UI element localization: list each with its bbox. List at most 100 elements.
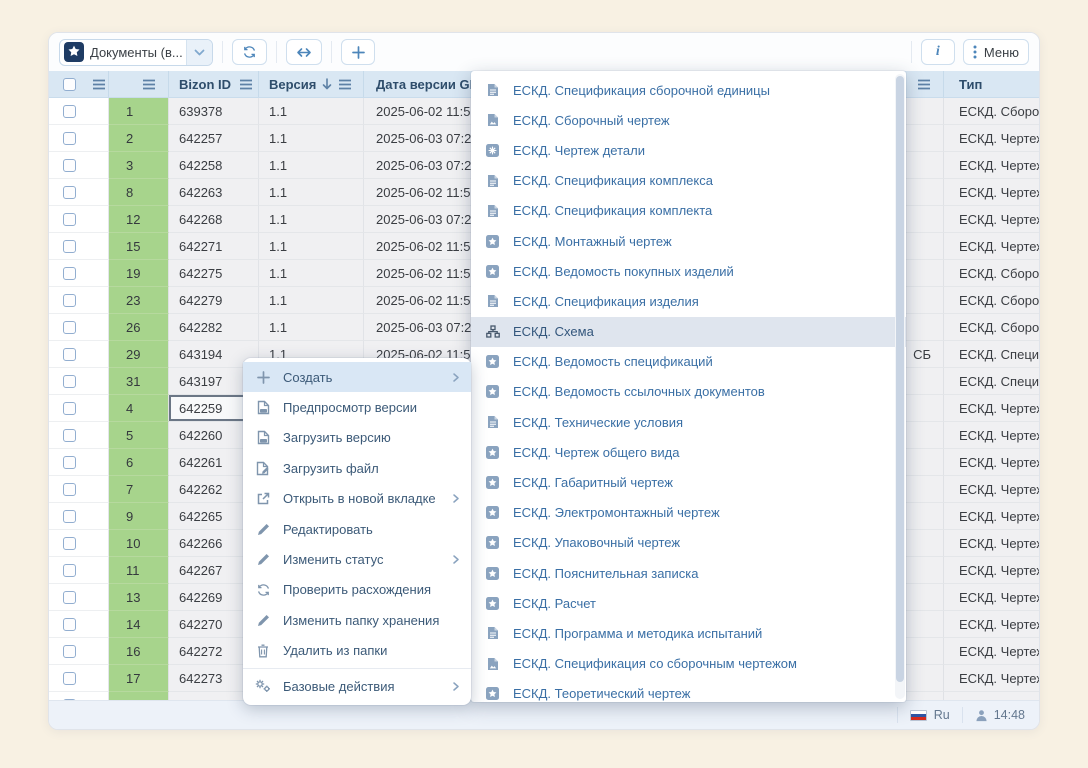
trash-icon [255, 644, 271, 658]
language-switcher[interactable]: Ru [910, 708, 950, 722]
cell-row-number: 23 [109, 287, 169, 314]
row-checkbox[interactable] [63, 618, 76, 631]
submenu-item[interactable]: ЕСКД. Ведомость ссылочных документов [471, 377, 906, 407]
row-checkbox[interactable] [63, 267, 76, 280]
context-menu-item[interactable]: Редактировать [243, 514, 471, 544]
star-box-icon [485, 506, 500, 519]
add-button[interactable] [341, 39, 375, 65]
app-window: Документы (в... i Меню [48, 32, 1040, 730]
submenu-item[interactable]: ЕСКД. Упаковочный чертеж [471, 528, 906, 558]
session-time[interactable]: 14:48 [975, 708, 1025, 722]
submenu-item[interactable]: ЕСКД. Спецификация комплекта [471, 196, 906, 226]
cell-bizon-id: 642263 [169, 179, 259, 206]
cell-row-number: 12 [109, 206, 169, 233]
submenu-item[interactable]: ЕСКД. Сборочный чертеж [471, 105, 906, 135]
submenu-scrollbar-thumb[interactable] [896, 76, 904, 682]
submenu-item[interactable]: ЕСКД. Расчет [471, 588, 906, 618]
submenu-item[interactable]: ЕСКД. Технические условия [471, 407, 906, 437]
context-menu-item[interactable]: Изменить папку хранения [243, 605, 471, 635]
row-checkbox[interactable] [63, 348, 76, 361]
submenu-item[interactable]: ЕСКД. Монтажный чертеж [471, 226, 906, 256]
row-checkbox[interactable] [63, 159, 76, 172]
row-checkbox[interactable] [63, 132, 76, 145]
cell-bizon-id: 642271 [169, 233, 259, 260]
header-version[interactable]: Версия [259, 71, 364, 97]
submenu-item[interactable]: ЕСКД. Чертеж общего вида [471, 437, 906, 467]
cell-row-number: 29 [109, 341, 169, 368]
person-icon [975, 709, 988, 722]
context-menu-item[interactable]: Предпросмотр версии [243, 392, 471, 422]
context-menu-item-label: Изменить статус [283, 552, 383, 567]
submenu-item[interactable]: ЕСКД. Программа и методика испытаний [471, 618, 906, 648]
submenu-item[interactable]: ЕСКД. Спецификация со сборочным чертежом [471, 649, 906, 679]
submenu-item-label: ЕСКД. Электромонтажный чертеж [513, 505, 720, 520]
row-checkbox[interactable] [63, 591, 76, 604]
context-menu-item[interactable]: Базовые действия [243, 671, 471, 701]
hamburger-icon[interactable] [92, 79, 106, 90]
collection-select[interactable]: Документы (в... [59, 39, 213, 66]
pencil-icon [255, 523, 271, 536]
submenu-item[interactable]: ЕСКД. Спецификация изделия [471, 286, 906, 316]
chevron-right-icon [453, 552, 459, 567]
context-menu-item[interactable]: Создать [243, 362, 471, 392]
row-checkbox[interactable] [63, 402, 76, 415]
submenu-item[interactable]: ЕСКД. Чертеж детали [471, 135, 906, 165]
row-checkbox[interactable] [63, 186, 76, 199]
submenu-item[interactable]: ЕСКД. Электромонтажный чертеж [471, 498, 906, 528]
chevron-down-icon[interactable] [186, 40, 212, 65]
cell-checkbox [49, 611, 109, 638]
cell-type: ЕСКД. Специф [944, 341, 1039, 368]
row-checkbox[interactable] [63, 429, 76, 442]
context-menu-item-label: Открыть в новой вкладке [283, 491, 436, 506]
star-box-icon [485, 687, 500, 700]
row-checkbox[interactable] [63, 510, 76, 523]
row-checkbox[interactable] [63, 564, 76, 577]
row-checkbox[interactable] [63, 645, 76, 658]
row-checkbox[interactable] [63, 672, 76, 685]
header-bizon-id[interactable]: Bizon ID [169, 71, 259, 97]
context-menu-item[interactable]: Открыть в новой вкладке [243, 484, 471, 514]
row-checkbox[interactable] [63, 456, 76, 469]
row-checkbox[interactable] [63, 294, 76, 307]
row-checkbox[interactable] [63, 375, 76, 388]
context-menu-item[interactable]: Проверить расхождения [243, 575, 471, 605]
context-menu-item[interactable]: Загрузить версию [243, 423, 471, 453]
submenu-item[interactable]: ЕСКД. Ведомость покупных изделий [471, 256, 906, 286]
cell-type: ЕСКД. Сбороч [944, 260, 1039, 287]
row-checkbox[interactable] [63, 483, 76, 496]
submenu-scrollbar[interactable] [895, 74, 905, 699]
hamburger-icon[interactable] [338, 79, 352, 90]
submenu-item[interactable]: ЕСКД. Спецификация комплекса [471, 166, 906, 196]
submenu-item[interactable]: ЕСКД. Схема [471, 317, 906, 347]
row-checkbox[interactable] [63, 321, 76, 334]
row-checkbox[interactable] [63, 105, 76, 118]
refresh-button[interactable] [232, 39, 267, 65]
hamburger-icon[interactable] [917, 79, 931, 90]
resize-columns-button[interactable] [286, 39, 322, 65]
context-menu-item[interactable]: Удалить из папки [243, 636, 471, 666]
row-checkbox[interactable] [63, 213, 76, 226]
submenu-item-label: ЕСКД. Спецификация комплекса [513, 173, 713, 188]
hamburger-icon[interactable] [239, 79, 253, 90]
sort-down-icon[interactable] [322, 78, 332, 90]
cell-checkbox [49, 206, 109, 233]
context-menu-item[interactable]: Загрузить файл [243, 453, 471, 483]
header-type[interactable]: Тип [944, 71, 1039, 97]
cell-type: ЕСКД. Специф [944, 368, 1039, 395]
cell-row-number: 3 [109, 152, 169, 179]
submenu-item[interactable]: ЕСКД. Габаритный чертеж [471, 467, 906, 497]
doc-icon [485, 626, 500, 640]
submenu-item[interactable]: ЕСКД. Ведомость спецификаций [471, 347, 906, 377]
context-menu-item[interactable]: Изменить статус [243, 544, 471, 574]
submenu-item[interactable]: ЕСКД. Теоретический чертеж [471, 679, 906, 702]
hamburger-icon[interactable] [142, 79, 156, 90]
status-bar: Ru 14:48 [49, 700, 1039, 729]
select-all-checkbox[interactable] [63, 78, 76, 91]
menu-button[interactable]: Меню [963, 39, 1029, 65]
submenu-item[interactable]: ЕСКД. Спецификация сборочной единицы [471, 75, 906, 105]
info-button[interactable]: i [921, 39, 955, 65]
context-menu-item-label: Удалить из папки [283, 643, 387, 658]
row-checkbox[interactable] [63, 537, 76, 550]
row-checkbox[interactable] [63, 240, 76, 253]
submenu-item[interactable]: ЕСКД. Пояснительная записка [471, 558, 906, 588]
